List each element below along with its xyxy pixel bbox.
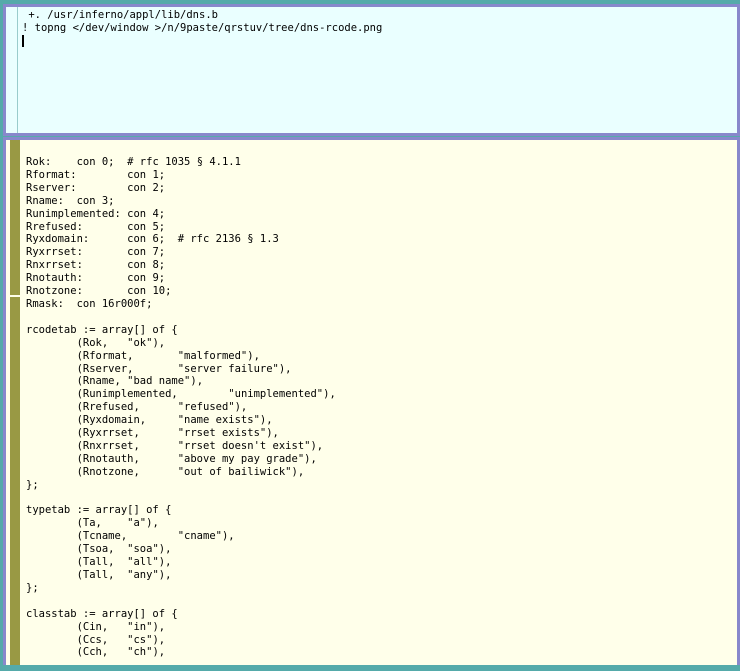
command-window[interactable]: +. /usr/inferno/appl/lib/dns.b! topng </… bbox=[3, 4, 740, 136]
code-line[interactable]: Rformat: con 1; bbox=[26, 169, 336, 182]
code-line[interactable]: ​ bbox=[26, 311, 336, 324]
code-line[interactable]: ​ bbox=[26, 595, 336, 608]
code-line[interactable]: (Rformat, "malformed"), bbox=[26, 350, 336, 363]
code-line[interactable]: (Cch, "ch"), bbox=[26, 646, 336, 659]
code-scrollbar-thumb[interactable] bbox=[10, 140, 20, 671]
command-line-1[interactable]: +. /usr/inferno/appl/lib/dns.b bbox=[22, 9, 382, 22]
code-line[interactable]: (Tall, "all"), bbox=[26, 556, 336, 569]
code-line[interactable]: rcodetab := array[] of { bbox=[26, 324, 336, 337]
command-scrollbar[interactable] bbox=[6, 7, 18, 133]
code-line[interactable]: Rnotauth: con 9; bbox=[26, 272, 336, 285]
code-line[interactable]: Ryxdomain: con 6; # rfc 2136 § 1.3 bbox=[26, 233, 336, 246]
code-line[interactable]: Rnxrrset: con 8; bbox=[26, 259, 336, 272]
code-line[interactable]: Rnotzone: con 10; bbox=[26, 285, 336, 298]
code-line[interactable]: }; bbox=[26, 479, 336, 492]
code-line[interactable]: Rname: con 3; bbox=[26, 195, 336, 208]
code-line[interactable]: Rok: con 0; # rfc 1035 § 4.1.1 bbox=[26, 156, 336, 169]
code-line[interactable]: (Ccs, "cs"), bbox=[26, 634, 336, 647]
code-line[interactable]: Runimplemented: con 4; bbox=[26, 208, 336, 221]
text-cursor bbox=[22, 35, 382, 49]
code-line[interactable]: (Tcname, "cname"), bbox=[26, 530, 336, 543]
code-line[interactable]: (Ryxrrset, "rrset exists"), bbox=[26, 427, 336, 440]
code-line[interactable]: (Tsoa, "soa"), bbox=[26, 543, 336, 556]
code-line[interactable]: typetab := array[] of { bbox=[26, 504, 336, 517]
code-line[interactable]: Rmask: con 16r000f; bbox=[26, 298, 336, 311]
code-line[interactable]: (Cin, "in"), bbox=[26, 621, 336, 634]
code-scrollbar[interactable] bbox=[6, 140, 20, 671]
code-line[interactable]: (Rnxrrset, "rrset doesn't exist"), bbox=[26, 440, 336, 453]
code-line[interactable]: (Rserver, "server failure"), bbox=[26, 363, 336, 376]
code-line[interactable]: (Tall, "any"), bbox=[26, 569, 336, 582]
code-line[interactable]: (Rnotzone, "out of bailiwick"), bbox=[26, 466, 336, 479]
code-line[interactable]: Rserver: con 2; bbox=[26, 182, 336, 195]
acme-desktop: +. /usr/inferno/appl/lib/dns.b! topng </… bbox=[0, 0, 740, 671]
code-body[interactable]: Rok: con 0; # rfc 1035 § 4.1.1 Rformat: c… bbox=[26, 156, 336, 659]
code-line[interactable]: (Ryxdomain, "name exists"), bbox=[26, 414, 336, 427]
code-line[interactable]: }; bbox=[26, 582, 336, 595]
command-scrollbar-thumb[interactable] bbox=[6, 7, 18, 133]
code-scrollbar-gap bbox=[10, 295, 20, 297]
code-line[interactable]: (Ta, "a"), bbox=[26, 517, 336, 530]
desktop-bottom-edge bbox=[0, 665, 740, 671]
command-text[interactable]: +. /usr/inferno/appl/lib/dns.b! topng </… bbox=[22, 9, 382, 49]
command-line-2[interactable]: ! topng </dev/window >/n/9paste/qrstuv/t… bbox=[22, 22, 382, 35]
code-line[interactable]: (Runimplemented, "unimplemented"), bbox=[26, 388, 336, 401]
code-window[interactable]: Rok: con 0; # rfc 1035 § 4.1.1 Rformat: c… bbox=[3, 137, 740, 671]
code-line[interactable]: ​ bbox=[26, 492, 336, 505]
code-line[interactable]: classtab := array[] of { bbox=[26, 608, 336, 621]
code-line[interactable]: Ryxrrset: con 7; bbox=[26, 246, 336, 259]
code-line[interactable]: Rrefused: con 5; bbox=[26, 221, 336, 234]
code-line[interactable]: (Rnotauth, "above my pay grade"), bbox=[26, 453, 336, 466]
code-line[interactable]: (Rok, "ok"), bbox=[26, 337, 336, 350]
code-line[interactable]: (Rrefused, "refused"), bbox=[26, 401, 336, 414]
code-line[interactable]: (Rname, "bad name"), bbox=[26, 375, 336, 388]
